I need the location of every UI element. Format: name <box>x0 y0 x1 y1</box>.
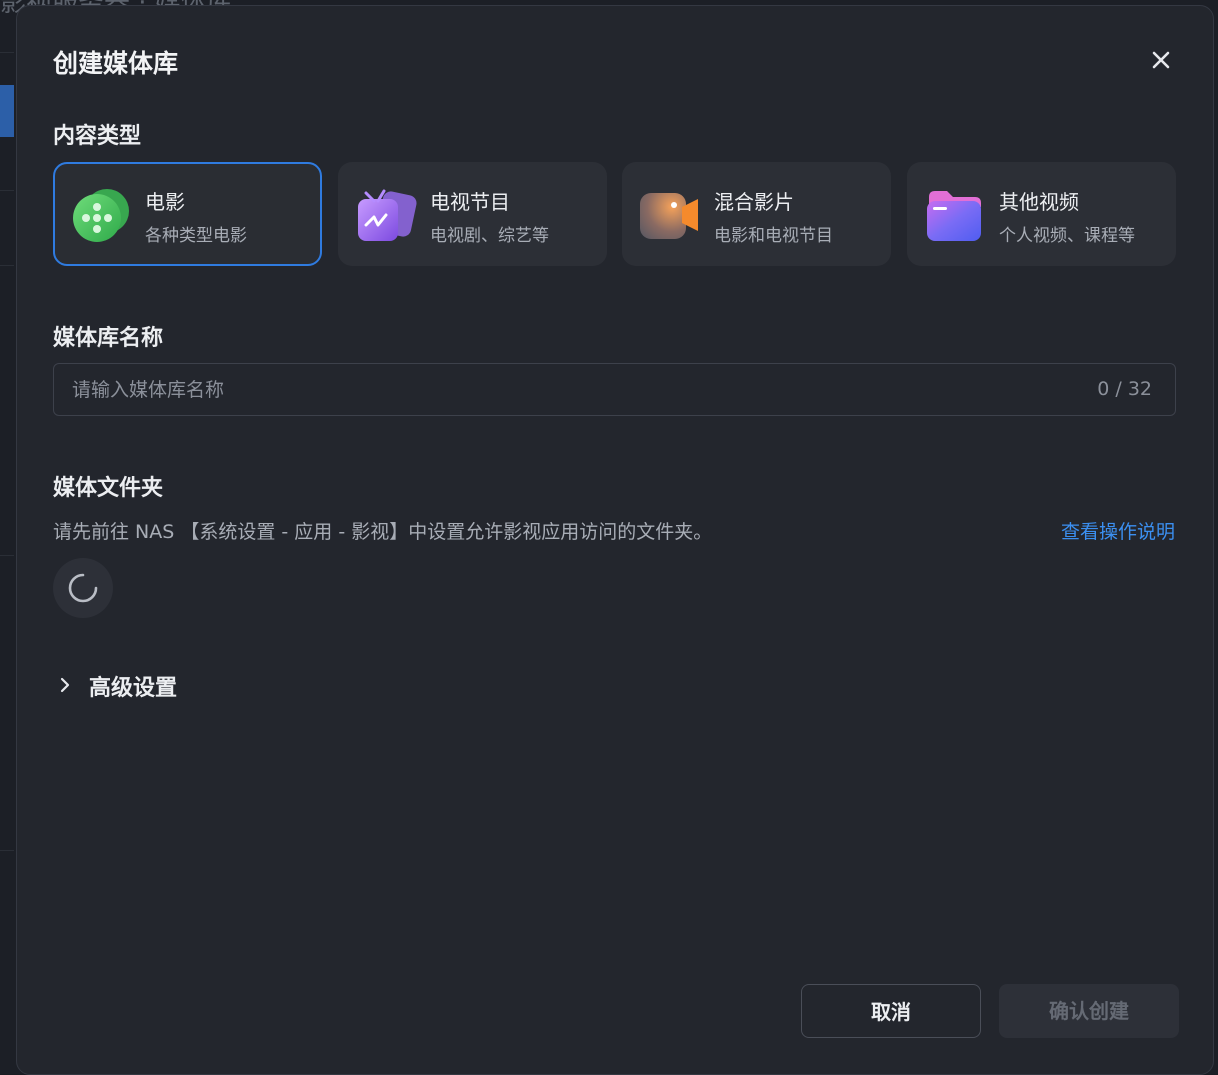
card-subtitle: 电视剧、综艺等 <box>430 226 549 246</box>
folder-icon <box>923 187 987 243</box>
background-divider <box>0 265 14 266</box>
content-type-card-mixed[interactable]: 混合影片 电影和电视节目 <box>622 162 891 266</box>
media-folder-hint: 请先前往 NAS 【系统设置 - 应用 - 影视】中设置允许影视应用访问的文件夹… <box>53 521 713 543</box>
background-divider <box>0 555 14 556</box>
background-nav-active-item <box>0 85 14 137</box>
video-camera-icon <box>638 187 702 243</box>
card-subtitle: 电影和电视节目 <box>714 226 833 246</box>
content-type-label: 内容类型 <box>53 124 142 149</box>
chevron-right-icon <box>60 677 70 693</box>
content-type-card-other[interactable]: 其他视频 个人视频、课程等 <box>907 162 1176 266</box>
close-button[interactable] <box>1147 46 1175 74</box>
close-icon <box>1152 51 1170 69</box>
media-folder-label: 媒体文件夹 <box>53 476 164 501</box>
card-title: 其他视频 <box>999 190 1079 214</box>
cancel-button[interactable]: 取消 <box>801 984 981 1038</box>
card-subtitle: 个人视频、课程等 <box>999 226 1135 246</box>
background-divider <box>0 850 14 851</box>
content-type-card-tv[interactable]: 电视节目 电视剧、综艺等 <box>338 162 607 266</box>
card-title: 电影 <box>145 190 185 214</box>
card-title: 混合影片 <box>714 190 794 214</box>
library-name-field: 0 / 32 <box>53 363 1176 416</box>
folder-loading-indicator <box>53 558 113 618</box>
card-title: 电视节目 <box>430 190 510 214</box>
dialog-title: 创建媒体库 <box>53 49 179 78</box>
library-name-input[interactable] <box>54 364 1054 415</box>
background-divider <box>0 52 14 53</box>
film-reel-icon <box>69 187 133 243</box>
content-type-card-movie[interactable]: 电影 各种类型电影 <box>53 162 322 266</box>
loading-spinner-icon <box>68 573 98 603</box>
advanced-settings-label: 高级设置 <box>89 676 178 701</box>
confirm-create-button[interactable]: 确认创建 <box>999 984 1179 1038</box>
background-divider <box>0 190 14 191</box>
view-instructions-link[interactable]: 查看操作说明 <box>1061 517 1175 544</box>
tv-icon <box>354 187 418 243</box>
character-counter: 0 / 32 <box>1097 378 1152 400</box>
library-name-label: 媒体库名称 <box>53 326 164 351</box>
card-subtitle: 各种类型电影 <box>145 226 247 246</box>
create-library-dialog: 创建媒体库 内容类型 电影 各种类型电影 电视节目 电视剧、综艺等 混合影片 电… <box>16 5 1214 1075</box>
